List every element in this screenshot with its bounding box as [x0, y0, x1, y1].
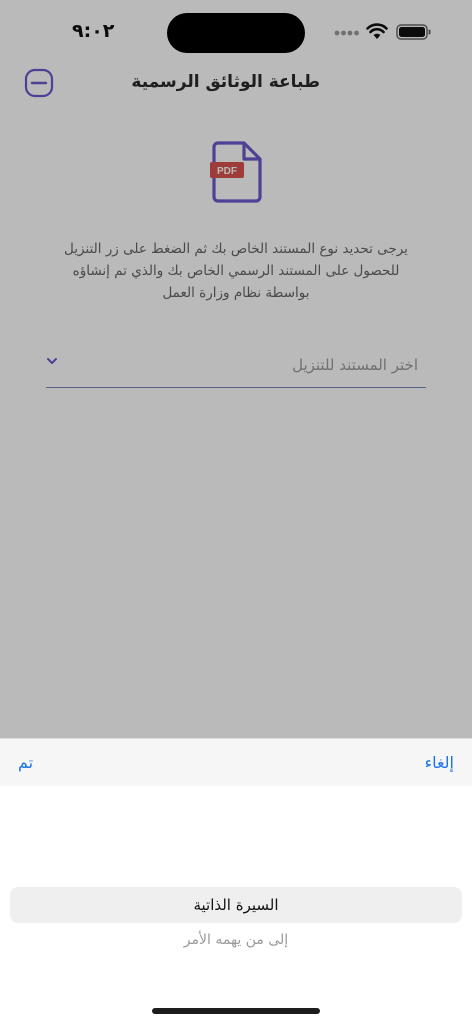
- home-indicator[interactable]: [152, 1008, 320, 1014]
- picker-option-to-whom[interactable]: إلى من يهمه الأمر: [0, 932, 472, 948]
- cellular-signal-icon: [334, 30, 359, 36]
- battery-icon: [396, 24, 431, 40]
- status-time: ٩:٠٢: [72, 20, 115, 42]
- instructions-text: يرجى تحديد نوع المستند الخاص بك ثم الضغط…: [64, 241, 408, 301]
- main-screen: ٩:٠٢ طباعة الوثائق الرسمية PDF يرجى تحدي…: [0, 0, 472, 738]
- document-select-placeholder: اختر المستند للتنزيل: [292, 356, 418, 374]
- done-button[interactable]: تم: [18, 753, 33, 772]
- page-header: طباعة الوثائق الرسمية: [0, 60, 472, 108]
- pdf-badge-label: PDF: [217, 166, 237, 177]
- chevron-down-icon[interactable]: [46, 356, 58, 366]
- picker-toolbar: تم إلغاء: [0, 738, 472, 786]
- status-bar: ٩:٠٢: [0, 0, 472, 56]
- cancel-button[interactable]: إلغاء: [425, 753, 454, 772]
- pdf-file-icon: PDF: [210, 141, 262, 203]
- document-picker-wheel[interactable]: السيرة الذاتية إلى من يهمه الأمر: [0, 786, 472, 994]
- page-title: طباعة الوثائق الرسمية: [131, 72, 320, 92]
- picker-option-cv[interactable]: السيرة الذاتية: [0, 896, 472, 914]
- minus-square-icon[interactable]: [24, 68, 54, 98]
- dynamic-island: [167, 13, 305, 53]
- wifi-icon: [366, 23, 388, 39]
- document-type-select[interactable]: اختر المستند للتنزيل: [46, 344, 426, 388]
